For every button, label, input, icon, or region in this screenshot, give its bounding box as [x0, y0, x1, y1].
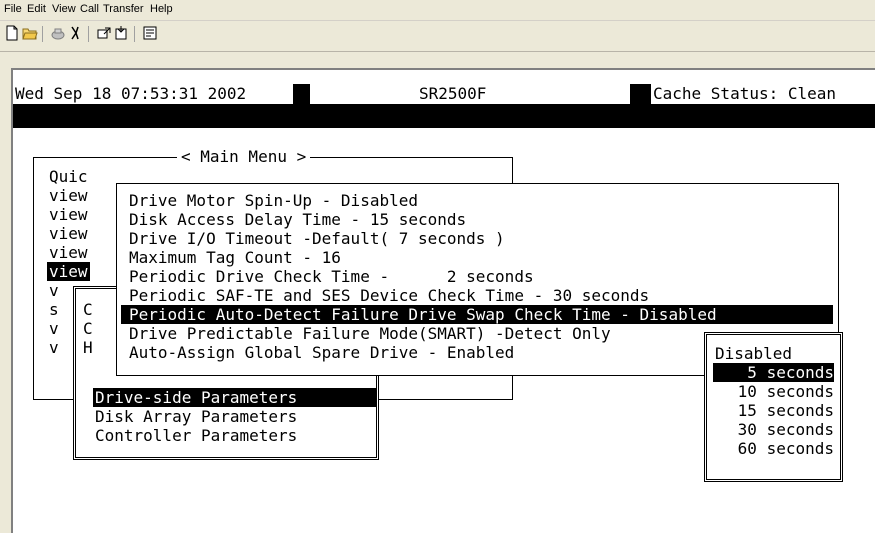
menu-bar: File Edit View Call Transfer Help [0, 0, 875, 21]
main-menu-item[interactable]: view [49, 224, 88, 243]
toolbar-separator [42, 26, 43, 42]
properties-phone-icon[interactable] [68, 25, 84, 41]
param-motor-spinup[interactable]: Drive Motor Spin-Up - Disabled [129, 191, 418, 210]
option-30-seconds[interactable]: 30 seconds [713, 420, 834, 439]
menu-help[interactable]: Help [150, 3, 173, 15]
menu-call[interactable]: Call [80, 3, 99, 15]
send-icon[interactable] [96, 25, 112, 41]
main-menu-item[interactable]: s [49, 300, 59, 319]
menu-view[interactable]: View [52, 3, 76, 15]
main-menu-item[interactable]: v [49, 281, 59, 300]
main-menu-item[interactable]: v [49, 338, 59, 357]
main-menu-item[interactable]: v [49, 319, 59, 338]
disconnect-icon[interactable] [50, 25, 66, 41]
param-drive-check-time[interactable]: Periodic Drive Check Time - 2 seconds [129, 267, 534, 286]
param-disk-access-delay[interactable]: Disk Access Delay Time - 15 seconds [129, 210, 466, 229]
config-item-drive-side[interactable]: Drive-side Parameters [93, 388, 377, 407]
param-io-timeout[interactable]: Drive I/O Timeout -Default( 7 seconds ) [129, 229, 505, 248]
menu-file[interactable]: File [4, 3, 22, 15]
new-icon[interactable] [4, 25, 20, 41]
datetime-display: Wed Sep 18 07:53:31 2002 [13, 84, 293, 104]
status-bar: Wed Sep 18 07:53:31 2002 SR2500F Cache S… [13, 84, 875, 128]
option-5-seconds[interactable]: 5 seconds [713, 363, 834, 382]
toolbar [0, 21, 875, 52]
param-auto-detect-swap[interactable]: Periodic Auto-Detect Failure Drive Swap … [121, 305, 833, 324]
option-15-seconds[interactable]: 15 seconds [713, 401, 834, 420]
config-submenu-prefix: H [83, 338, 93, 357]
param-saf-te-check[interactable]: Periodic SAF-TE and SES Device Check Tim… [129, 286, 649, 305]
param-max-tag-count[interactable]: Maximum Tag Count - 16 [129, 248, 341, 267]
param-smart-mode[interactable]: Drive Predictable Failure Mode(SMART) -D… [129, 324, 611, 343]
receive-icon[interactable] [114, 25, 130, 41]
option-60-seconds[interactable]: 60 seconds [713, 439, 834, 458]
open-icon[interactable] [22, 25, 38, 41]
param-global-spare[interactable]: Auto-Assign Global Spare Drive - Enabled [129, 343, 514, 362]
config-item-disk-array[interactable]: Disk Array Parameters [95, 407, 297, 426]
main-menu-item[interactable]: view [49, 186, 88, 205]
model-display: SR2500F [310, 84, 630, 104]
terminal-screen[interactable]: Wed Sep 18 07:53:31 2002 SR2500F Cache S… [11, 68, 875, 533]
main-menu-item[interactable]: Quic [49, 167, 88, 186]
config-submenu-prefix: C [83, 319, 93, 338]
main-menu-item-selected[interactable]: view [47, 262, 90, 281]
toolbar-separator [134, 26, 135, 42]
config-item-controller[interactable]: Controller Parameters [95, 426, 297, 445]
main-menu-item[interactable]: view [49, 205, 88, 224]
menu-edit[interactable]: Edit [27, 3, 46, 15]
main-menu-item[interactable]: view [49, 243, 88, 262]
option-disabled[interactable]: Disabled [715, 344, 835, 363]
properties-icon[interactable] [142, 25, 158, 41]
option-10-seconds[interactable]: 10 seconds [713, 382, 834, 401]
main-menu-title: < Main Menu > [177, 148, 311, 166]
menu-transfer[interactable]: Transfer [103, 3, 144, 15]
config-submenu-prefix: C [83, 300, 93, 319]
cache-status: Cache Status: Clean [651, 84, 875, 104]
toolbar-separator [88, 26, 89, 42]
